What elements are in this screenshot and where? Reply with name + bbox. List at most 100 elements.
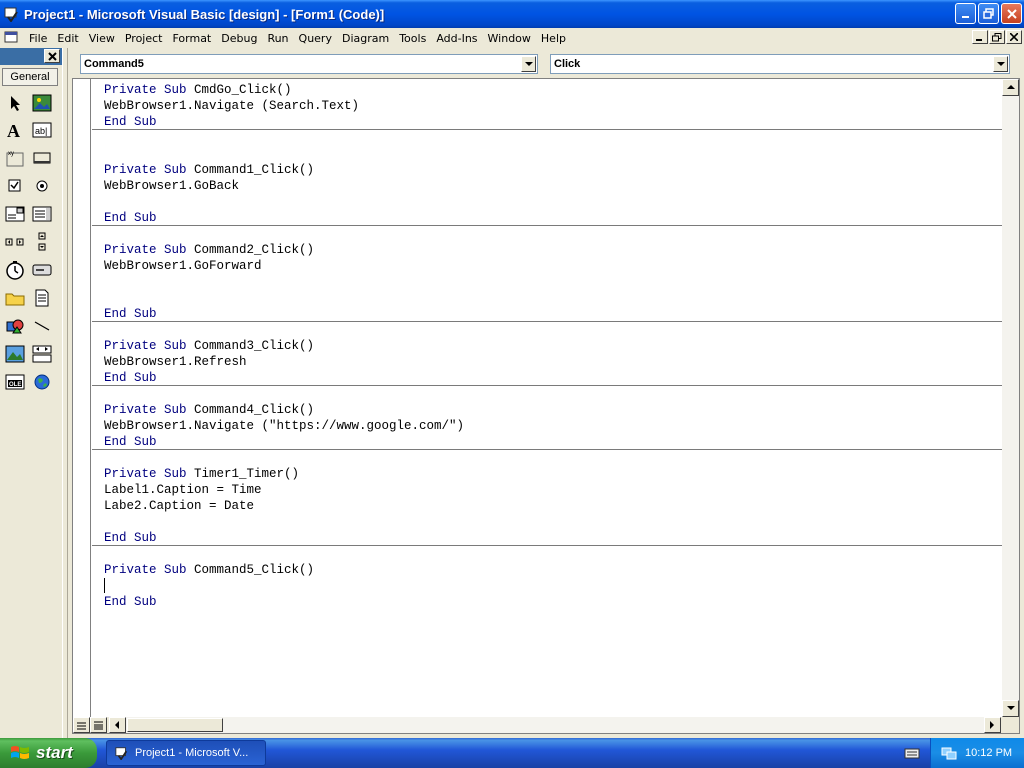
- svg-text:A: A: [7, 122, 20, 138]
- code-line[interactable]: End Sub: [104, 530, 157, 546]
- menu-help[interactable]: Help: [536, 32, 571, 45]
- mdi-minimize-button[interactable]: [972, 30, 988, 44]
- mdi-restore-button[interactable]: [989, 30, 1005, 44]
- menu-add-ins[interactable]: Add-Ins: [431, 32, 482, 45]
- object-combo[interactable]: Command5: [80, 54, 538, 74]
- horizontal-scrollbar[interactable]: [109, 717, 1001, 733]
- code-line[interactable]: Private Sub Command4_Click(): [104, 402, 314, 418]
- network-icon[interactable]: [941, 745, 957, 761]
- timer-icon[interactable]: [4, 259, 26, 281]
- menu-file[interactable]: File: [24, 32, 52, 45]
- frame-icon[interactable]: xy: [4, 147, 26, 169]
- code-line[interactable]: End Sub: [104, 594, 157, 610]
- clock[interactable]: 10:12 PM: [965, 747, 1012, 759]
- procedure-separator: [92, 545, 1003, 546]
- menu-run[interactable]: Run: [262, 32, 293, 45]
- textbox-icon[interactable]: ab|: [31, 119, 53, 141]
- code-line[interactable]: WebBrowser1.GoForward: [104, 258, 262, 274]
- menu-debug[interactable]: Debug: [216, 32, 262, 45]
- code-line[interactable]: Private Sub Command5_Click(): [104, 562, 314, 578]
- arrow-down-icon: [1006, 706, 1015, 710]
- horizontal-scroll-thumb[interactable]: [127, 718, 223, 732]
- optionbutton-icon[interactable]: [31, 175, 53, 197]
- code-line[interactable]: WebBrowser1.Navigate (Search.Text): [104, 98, 359, 114]
- toolbox-close-button[interactable]: [44, 49, 60, 63]
- menu-edit[interactable]: Edit: [52, 32, 83, 45]
- taskbar-button-project1[interactable]: Project1 - Microsoft V...: [106, 740, 266, 766]
- menu-diagram[interactable]: Diagram: [337, 32, 394, 45]
- code-line[interactable]: End Sub: [104, 306, 157, 322]
- code-line[interactable]: WebBrowser1.Navigate ("https://www.googl…: [104, 418, 464, 434]
- line-icon[interactable]: [31, 315, 53, 337]
- horizontal-bar: [73, 717, 1019, 733]
- code-line[interactable]: End Sub: [104, 434, 157, 450]
- mdi-close-button[interactable]: [1006, 30, 1022, 44]
- drivelistbox-icon[interactable]: [31, 259, 53, 281]
- menu-project[interactable]: Project: [120, 32, 168, 45]
- code-editor[interactable]: Private Sub CmdGo_Click() WebBrowser1.Nav…: [72, 78, 1020, 734]
- code-line[interactable]: WebBrowser1.Refresh: [104, 354, 247, 370]
- code-line[interactable]: WebBrowser1.GoBack: [104, 178, 239, 194]
- procedure-combo[interactable]: Click: [550, 54, 1010, 74]
- image-icon[interactable]: [4, 343, 26, 365]
- code-text-area[interactable]: Private Sub CmdGo_Click() WebBrowser1.Nav…: [92, 79, 1003, 717]
- pointer-icon[interactable]: [4, 92, 26, 114]
- scroll-right-button[interactable]: [984, 717, 1001, 733]
- menu-view[interactable]: View: [84, 32, 120, 45]
- object-combo-dropdown[interactable]: [521, 56, 536, 72]
- code-line[interactable]: End Sub: [104, 114, 157, 130]
- vertical-scrollbar[interactable]: [1002, 79, 1019, 717]
- keyboard-icon[interactable]: [904, 746, 920, 760]
- menu-tools[interactable]: Tools: [394, 32, 431, 45]
- scroll-left-button[interactable]: [109, 717, 126, 733]
- code-line[interactable]: Label1.Caption = Time: [104, 482, 262, 498]
- code-line[interactable]: End Sub: [104, 210, 157, 226]
- ole-icon[interactable]: OLE: [4, 371, 26, 393]
- menu-query[interactable]: Query: [294, 32, 337, 45]
- procedure-combo-dropdown[interactable]: [993, 56, 1008, 72]
- code-line[interactable]: End Sub: [104, 370, 157, 386]
- procedure-separator: [92, 321, 1003, 322]
- scroll-up-button[interactable]: [1002, 79, 1019, 96]
- minimize-icon: [961, 15, 969, 18]
- procedure-view-button[interactable]: [73, 717, 90, 733]
- start-button[interactable]: start: [0, 738, 97, 768]
- listbox-icon[interactable]: [31, 203, 53, 225]
- commandbutton-icon[interactable]: [31, 147, 53, 169]
- filelistbox-icon[interactable]: [31, 287, 53, 309]
- windows-logo-icon: [11, 746, 29, 759]
- code-line[interactable]: Private Sub CmdGo_Click(): [104, 82, 292, 98]
- restore-icon: [992, 32, 1002, 41]
- title-bar[interactable]: Project1 - Microsoft Visual Basic [desig…: [0, 0, 1024, 28]
- arrow-left-icon: [115, 721, 119, 729]
- full-module-view-icon: [94, 721, 103, 729]
- scroll-down-button[interactable]: [1002, 700, 1019, 717]
- menu-window[interactable]: Window: [483, 32, 536, 45]
- code-line[interactable]: Private Sub Command1_Click(): [104, 162, 314, 178]
- close-button[interactable]: [1001, 3, 1022, 24]
- toolbox-tab-general[interactable]: General: [2, 68, 58, 86]
- checkbox-icon[interactable]: [4, 175, 26, 197]
- data-icon[interactable]: [31, 343, 53, 365]
- restore-button[interactable]: [978, 3, 999, 24]
- arrow-up-icon: [1006, 85, 1015, 89]
- code-window-icon[interactable]: [4, 31, 20, 45]
- code-line[interactable]: Private Sub Command2_Click(): [104, 242, 314, 258]
- code-line[interactable]: Labe2.Caption = Date: [104, 498, 254, 514]
- hscrollbar-icon[interactable]: [4, 231, 26, 253]
- shape-icon[interactable]: [4, 315, 26, 337]
- picturebox-icon[interactable]: [31, 92, 53, 114]
- vscrollbar-icon[interactable]: [31, 231, 53, 253]
- code-line[interactable]: Private Sub Timer1_Timer(): [104, 466, 299, 482]
- code-line[interactable]: Private Sub Command3_Click(): [104, 338, 314, 354]
- minimize-button[interactable]: [955, 3, 976, 24]
- dirlistbox-icon[interactable]: [4, 287, 26, 309]
- combobox-icon[interactable]: [4, 203, 26, 225]
- restore-icon: [982, 7, 994, 19]
- label-icon[interactable]: A: [4, 119, 26, 141]
- webbrowser-icon[interactable]: [31, 371, 53, 393]
- system-tray: 10:12 PM: [930, 738, 1024, 768]
- margin-indicator-bar[interactable]: [73, 79, 91, 717]
- menu-format[interactable]: Format: [167, 32, 216, 45]
- full-module-view-button[interactable]: [90, 717, 107, 733]
